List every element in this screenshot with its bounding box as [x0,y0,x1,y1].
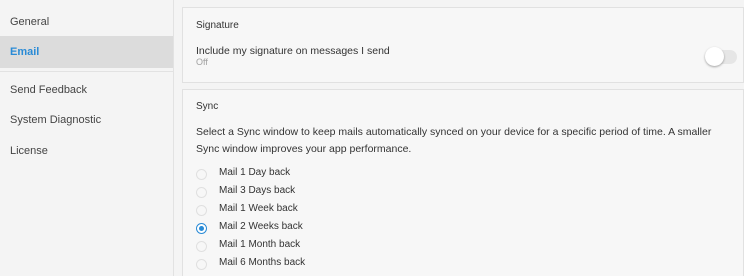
sidebar-item-label: Send Feedback [10,84,88,96]
sidebar-item-system-diagnostic[interactable]: System Diagnostic [0,104,173,136]
signature-section: Signature Include my signature on messag… [182,7,744,83]
settings-window: General Email Send Feedback System Diagn… [0,0,744,276]
sync-option-2-weeks[interactable]: Mail 2 Weeks back [196,220,496,236]
sync-option-6-months[interactable]: Mail 6 Months back [196,256,496,272]
sidebar-divider [0,71,173,72]
signature-toggle[interactable] [705,47,737,66]
radio-label: Mail 3 Days back [219,185,296,196]
sidebar-item-license[interactable]: License [0,135,173,167]
radio-label: Mail 2 Weeks back [219,221,303,232]
sync-option-1-week[interactable]: Mail 1 Week back [196,202,496,218]
signature-option-label: Include my signature on messages I send [196,45,390,57]
sync-option-3-days[interactable]: Mail 3 Days back [196,184,496,200]
sync-option-1-day[interactable]: Mail 1 Day back [196,166,496,182]
radio-button[interactable] [196,187,207,198]
section-title-signature: Signature [196,20,239,31]
sidebar-item-email[interactable]: Email [0,36,173,68]
radio-label: Mail 1 Day back [219,167,291,178]
radio-button[interactable] [196,205,207,216]
radio-button[interactable] [196,241,207,252]
radio-label: Mail 1 Week back [219,203,298,214]
radio-button[interactable] [196,169,207,180]
sidebar-item-label: General [10,16,50,28]
signature-status-text: Off [196,57,208,67]
radio-label: Mail 6 Months back [219,257,306,268]
toggle-knob [705,47,724,66]
sidebar-item-general[interactable]: General [0,6,173,38]
radio-dot [199,226,204,231]
sidebar-item-label: License [10,145,48,157]
sidebar-item-label: System Diagnostic [10,114,102,126]
radio-button-selected[interactable] [196,223,207,234]
sync-option-1-month[interactable]: Mail 1 Month back [196,238,496,254]
settings-sidebar: General Email Send Feedback System Diagn… [0,0,174,276]
sync-section: Sync Select a Sync window to keep mails … [182,89,744,276]
radio-label: Mail 1 Month back [219,239,301,250]
radio-button[interactable] [196,259,207,270]
sidebar-item-send-feedback[interactable]: Send Feedback [0,74,173,106]
sidebar-item-label: Email [10,46,40,58]
sync-description: Select a Sync window to keep mails autom… [196,126,712,155]
section-title-sync: Sync [196,101,219,112]
